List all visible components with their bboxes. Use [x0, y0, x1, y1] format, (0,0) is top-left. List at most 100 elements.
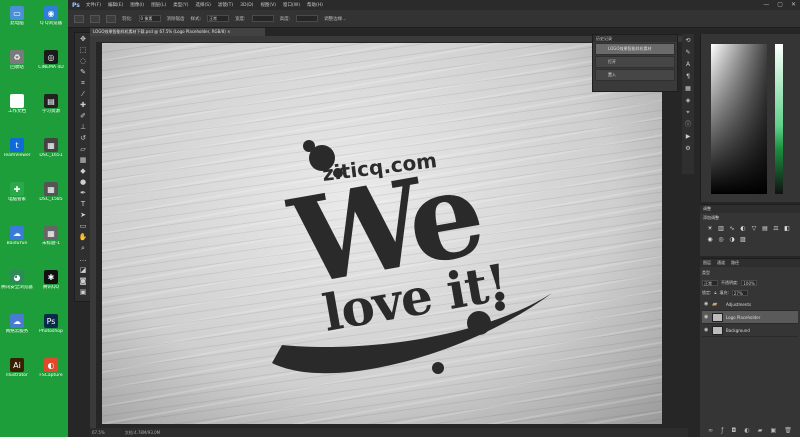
trash-icon[interactable]: 🗑︎: [784, 427, 792, 435]
black-white-icon[interactable]: ◧: [783, 225, 791, 233]
close-button[interactable]: ✕: [791, 1, 796, 8]
marquee-tool-preset[interactable]: [74, 14, 84, 23]
menu-view[interactable]: 视图(V): [260, 2, 276, 8]
history-icon[interactable]: ⟲: [683, 36, 693, 46]
navigator-icon[interactable]: ⌖: [683, 108, 693, 118]
blend-mode-select[interactable]: 正常: [702, 279, 718, 286]
quick-select-tool-icon[interactable]: ✎: [76, 67, 90, 77]
color-picker-field[interactable]: [711, 44, 767, 194]
history-row[interactable]: 打开: [595, 56, 675, 68]
desktop-icon[interactable]: ◉ Q Q浏览器: [34, 6, 68, 27]
zoom-tool-icon[interactable]: ⌕: [76, 243, 90, 253]
add-selection-icon[interactable]: [106, 14, 116, 23]
menu-type[interactable]: 类型(Y): [173, 2, 188, 8]
pen-tool-icon[interactable]: ✒: [76, 188, 90, 198]
properties-icon[interactable]: ⚙: [683, 144, 693, 154]
menu-3d[interactable]: 3D(D): [240, 3, 253, 8]
gradient-tool-icon[interactable]: ▦: [76, 155, 90, 165]
layer-row[interactable]: ◉ Logo Placeholder: [702, 311, 798, 324]
tab-paths[interactable]: 路径: [731, 259, 739, 267]
screen-mode-icon[interactable]: ▣: [76, 287, 90, 297]
hand-tool-icon[interactable]: ✋: [76, 232, 90, 242]
hue-saturation-icon[interactable]: ▤: [761, 225, 769, 233]
desktop-icon[interactable]: ◕ 腾讯安全浏览器: [0, 270, 34, 291]
lock-icon[interactable]: 🔒︎: [714, 290, 716, 295]
brush-tool-icon[interactable]: ✐: [76, 111, 90, 121]
layer-row[interactable]: ◉ ▰ Adjustments: [702, 298, 798, 311]
history-row[interactable]: LOGO效果智能样机素材: [595, 43, 675, 55]
exposure-icon[interactable]: ◐: [739, 225, 747, 233]
crop-tool-icon[interactable]: ⌗: [76, 78, 90, 88]
history-brush-tool-icon[interactable]: ↺: [76, 133, 90, 143]
mask-icon[interactable]: ◘: [731, 427, 736, 435]
fx-icon[interactable]: ƒ: [721, 427, 723, 435]
quick-mask-icon[interactable]: ◙: [76, 276, 90, 286]
style-select[interactable]: 正常: [207, 15, 230, 22]
menu-layer[interactable]: 图层(L): [151, 2, 166, 8]
tab-layers[interactable]: 图层: [703, 259, 711, 267]
menu-image[interactable]: 图像(I): [130, 2, 144, 8]
feather-input[interactable]: 0 像素: [138, 15, 161, 22]
kind-filter[interactable]: 类型: [702, 270, 710, 276]
desktop-icon[interactable]: Ai Illustrator: [0, 358, 34, 379]
photo-filter-icon[interactable]: ◉: [706, 236, 714, 244]
new-layer-icon[interactable]: ▣: [770, 427, 776, 435]
curves-icon[interactable]: ∿: [728, 225, 736, 233]
fill-input[interactable]: 27%: [731, 289, 748, 296]
character-icon[interactable]: A: [683, 60, 693, 70]
move-tool-icon[interactable]: ✥: [76, 34, 90, 44]
dodge-tool-icon[interactable]: ●: [76, 177, 90, 187]
swatches-icon[interactable]: ▦: [683, 84, 693, 94]
document-tab[interactable]: LOGO效果智能样机素材下载.psd @ 67.5% (Logo Placeho…: [90, 28, 265, 36]
desktop-icon[interactable]: t TeamViewer: [0, 138, 34, 159]
paragraph-icon[interactable]: ¶: [683, 72, 693, 82]
eyedropper-tool-icon[interactable]: ⁄: [76, 89, 90, 99]
desktop-icon[interactable]: ◎ CINEMA 4D: [34, 50, 68, 71]
shape-tool-icon[interactable]: ▭: [76, 221, 90, 231]
threshold-icon[interactable]: ▨: [739, 236, 747, 244]
tab-channels[interactable]: 通道: [717, 259, 725, 267]
desktop-icon[interactable]: ▦ DSC_1585: [34, 182, 68, 203]
type-tool-icon[interactable]: T: [76, 199, 90, 209]
desktop-icon[interactable]: ▦ DSC_1651: [34, 138, 68, 159]
stamp-tool-icon[interactable]: ⊥: [76, 122, 90, 132]
refine-edge-button[interactable]: 调整边缘...: [324, 16, 346, 22]
desktop-icon[interactable]: ☁ 网络云服务: [0, 314, 34, 335]
menu-file[interactable]: 文件(F): [86, 2, 101, 8]
marquee-tool-icon[interactable]: ⬚: [76, 45, 90, 55]
adjustment-layer-icon[interactable]: ◐: [744, 427, 749, 435]
desktop-icon[interactable]: ◐ FSCapture: [34, 358, 68, 379]
healing-tool-icon[interactable]: ✚: [76, 100, 90, 110]
lasso-tool-icon[interactable]: ◌: [76, 56, 90, 66]
more-tools-icon[interactable]: …: [76, 254, 90, 264]
styles-icon[interactable]: ◈: [683, 96, 693, 106]
hue-slider[interactable]: [775, 44, 783, 194]
menu-help[interactable]: 帮助(H): [307, 2, 323, 8]
actions-icon[interactable]: ▶: [683, 132, 693, 142]
new-group-icon[interactable]: ▰: [758, 427, 763, 435]
brush-presets-icon[interactable]: ✎: [683, 48, 693, 58]
desktop-icon[interactable]: Ps Photoshop: [34, 314, 68, 335]
info-icon[interactable]: ⓘ: [683, 120, 693, 130]
menu-select[interactable]: 选择(S): [195, 2, 210, 8]
menu-window[interactable]: 窗口(W): [283, 2, 300, 8]
link-layers-icon[interactable]: ∞: [708, 427, 713, 435]
vibrance-icon[interactable]: ▽: [750, 225, 758, 233]
color-swatch-icon[interactable]: ◪: [76, 265, 90, 275]
blur-tool-icon[interactable]: ◆: [76, 166, 90, 176]
desktop-icon[interactable]: ▭ 此电脑: [0, 6, 34, 27]
visibility-eye-icon[interactable]: ◉: [704, 314, 709, 320]
desktop-icon[interactable]: ▤ 学习资源: [34, 94, 68, 115]
maximize-button[interactable]: ▢: [777, 1, 783, 8]
eraser-tool-icon[interactable]: ▱: [76, 144, 90, 154]
history-row[interactable]: 置入: [595, 69, 675, 81]
channel-mixer-icon[interactable]: ◎: [717, 236, 725, 244]
menu-filter[interactable]: 滤镜(T): [218, 2, 233, 8]
path-select-tool-icon[interactable]: ➤: [76, 210, 90, 220]
desktop-icon[interactable]: ✚ 电脑管家: [0, 182, 34, 203]
minimize-button[interactable]: —: [763, 1, 769, 8]
document-canvas[interactable]: ziticq.com We love it!: [102, 43, 662, 424]
desktop-icon[interactable]: ♻ 回收站: [0, 50, 34, 71]
desktop-icon[interactable]: ▤ 工作文档: [0, 94, 34, 115]
height-input[interactable]: [296, 15, 319, 22]
